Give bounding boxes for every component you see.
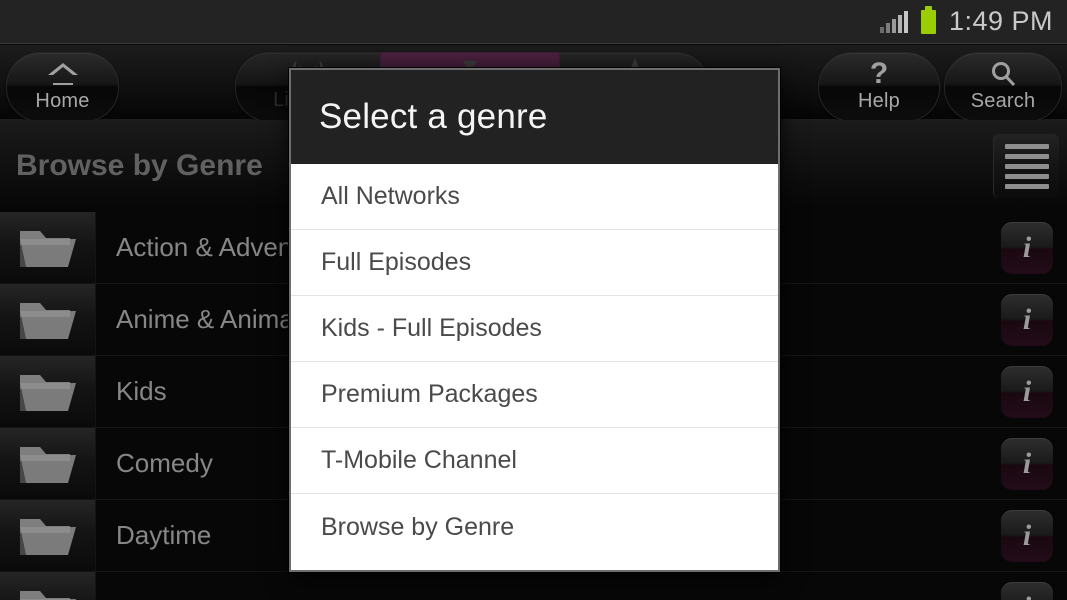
status-bar-icons: 1:49 PM: [879, 5, 1053, 36]
select-genre-dialog: Select a genre All Networks Full Episodes…: [289, 68, 780, 572]
nav-button-home[interactable]: Home: [6, 52, 119, 122]
dialog-option-label: T-Mobile Channel: [321, 446, 517, 474]
dialog-title: Select a genre: [319, 97, 548, 136]
info-button[interactable]: i: [1001, 294, 1053, 346]
status-bar: 1:49 PM: [0, 0, 1067, 44]
info-button[interactable]: i: [1001, 366, 1053, 418]
dialog-option-item[interactable]: Browse by Genre: [291, 494, 778, 560]
dialog-option-item[interactable]: Kids - Full Episodes: [291, 296, 778, 362]
folder-icon: [0, 428, 96, 499]
info-button[interactable]: i: [1001, 582, 1053, 600]
question-mark-icon: ?: [869, 57, 889, 90]
nav-button-help[interactable]: ? Help: [818, 52, 940, 122]
dialog-option-label: All Networks: [321, 182, 460, 210]
battery-full-icon: [920, 5, 936, 34]
info-button[interactable]: i: [1001, 510, 1053, 562]
dialog-option-label: Full Episodes: [321, 248, 472, 276]
folder-icon: [0, 212, 96, 283]
folder-icon: [0, 572, 96, 600]
dialog-option-label: Kids - Full Episodes: [321, 314, 542, 342]
left-panel-title: Browse by Genre: [16, 149, 263, 182]
folder-icon: [0, 356, 96, 427]
dialog-option-label: Browse by Genre: [321, 512, 515, 541]
genre-list-item[interactable]: i: [0, 572, 1067, 600]
nav-label-search: Search: [970, 90, 1036, 112]
info-button[interactable]: i: [1001, 222, 1053, 274]
dialog-option-list: All Networks Full Episodes Kids - Full Epi…: [291, 164, 778, 570]
dialog-option-item[interactable]: All Networks: [291, 164, 778, 230]
home-icon: [46, 59, 80, 89]
folder-icon: [0, 500, 96, 571]
dialog-option-item[interactable]: Premium Packages: [291, 362, 778, 428]
nav-button-search[interactable]: Search: [944, 52, 1062, 122]
folder-icon: [0, 284, 96, 355]
dialog-option-item[interactable]: Full Episodes: [291, 230, 778, 296]
status-bar-clock: 1:49 PM: [948, 6, 1053, 36]
dialog-option-item[interactable]: T-Mobile Channel: [291, 428, 778, 494]
app-screen: 1:49 PM Home Live TV: [0, 0, 1067, 600]
search-icon: [989, 59, 1017, 89]
hamburger-menu-icon[interactable]: [993, 134, 1059, 198]
dialog-header: Select a genre: [291, 70, 778, 164]
nav-label-help: Help: [858, 90, 900, 112]
info-button[interactable]: i: [1001, 438, 1053, 490]
dialog-option-label: Premium Packages: [321, 380, 538, 408]
nav-label-home: Home: [35, 90, 90, 112]
signal-bars-icon: [879, 10, 908, 33]
